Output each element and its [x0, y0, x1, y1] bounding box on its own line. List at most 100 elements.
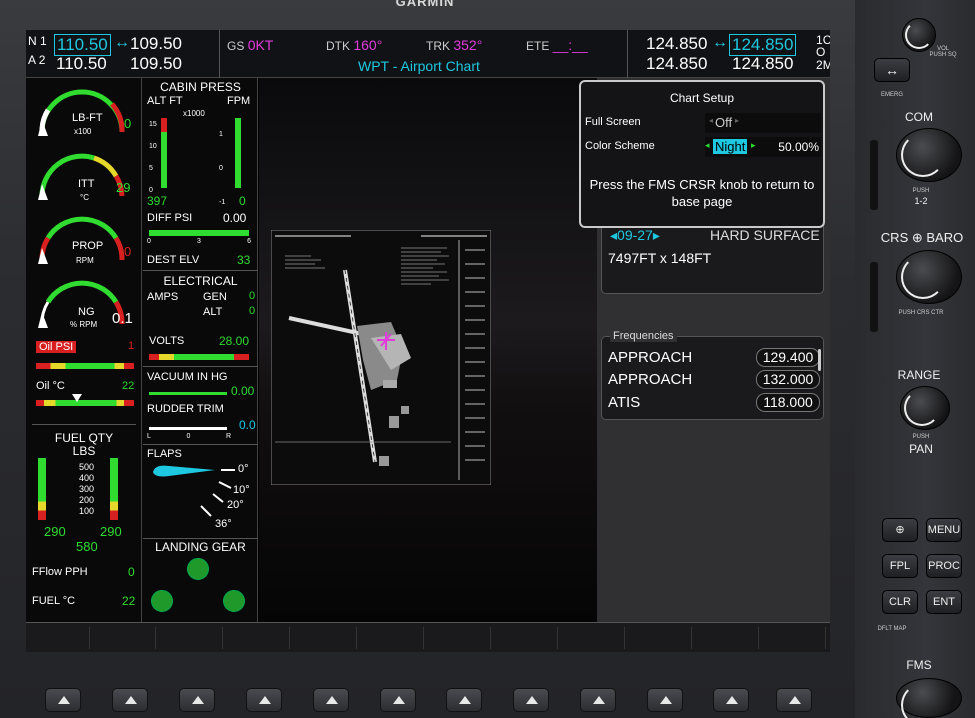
- frequency-row[interactable]: ATIS 118.000: [608, 392, 826, 414]
- com1-active-frequency[interactable]: 124.850: [646, 34, 707, 54]
- bezel-softkey-button-8[interactable]: [513, 688, 549, 712]
- torque-label: LB-FT: [72, 112, 103, 124]
- brand-logo: GARMIN: [395, 0, 455, 9]
- bezel-softkey-button-6[interactable]: [380, 688, 416, 712]
- fuel-temp-value: 22: [122, 594, 136, 608]
- softkey-5[interactable]: [293, 627, 357, 649]
- color-scheme-selector[interactable]: ◂ Night ▸ 50.00%: [705, 137, 821, 157]
- softkey-7[interactable]: [427, 627, 491, 649]
- com-knob[interactable]: [896, 128, 962, 182]
- color-scheme-value[interactable]: Night: [713, 139, 748, 154]
- frequency-value[interactable]: 132.000: [756, 370, 820, 389]
- gs-field: GS 0KT: [227, 37, 274, 53]
- full-screen-value: Off: [715, 115, 733, 130]
- swap-arrow-icon: ↔: [885, 62, 899, 78]
- softkey-9[interactable]: [561, 627, 625, 649]
- itt-unit: °C: [80, 193, 89, 202]
- bezel-softkey-button-10[interactable]: [647, 688, 683, 712]
- softkey-4[interactable]: [226, 627, 290, 649]
- direct-to-button[interactable]: ⊕: [882, 518, 918, 542]
- crs-baro-label: CRS ⊕ BARO: [880, 230, 964, 245]
- fms-knob[interactable]: [896, 678, 962, 718]
- mfd-screen: N 1 A 2 110.50 ↔ 109.50 110.50 109.50 GS…: [26, 30, 830, 652]
- dest-elv-label: DEST ELV: [147, 254, 200, 266]
- chevron-left-icon[interactable]: ◂: [705, 140, 710, 151]
- prop-value: 0: [124, 244, 132, 259]
- softkey-10[interactable]: [628, 627, 692, 649]
- bezel-softkey-button-7[interactable]: [446, 688, 482, 712]
- frequencies-scrollbar[interactable]: [818, 349, 821, 371]
- rudder-trim-label: RUDDER TRIM: [147, 403, 224, 415]
- menu-button[interactable]: MENU: [926, 518, 962, 542]
- vacuum-value: 0.00: [231, 384, 255, 398]
- up-arrow-icon: [789, 696, 801, 704]
- fuel-right-bar: [110, 458, 118, 520]
- chart-setup-popup: Chart Setup Full Screen ◂ Off ▸ Color Sc…: [579, 80, 825, 228]
- nav1-active-frequency[interactable]: 110.50: [54, 34, 111, 56]
- cabin-alt-bar: [161, 118, 167, 188]
- fuel-scale: 500 400 300 200 100: [78, 462, 94, 516]
- flap-mark-0: 0°: [238, 463, 249, 475]
- nav2-active-frequency[interactable]: 110.50: [56, 54, 107, 74]
- bezel-softkey-button-1[interactable]: [45, 688, 81, 712]
- softkey-3[interactable]: [159, 627, 223, 649]
- brightness-value[interactable]: 50.00%: [778, 140, 819, 154]
- frequency-row[interactable]: APPROACH 132.000: [608, 369, 826, 391]
- softkey-11[interactable]: [695, 627, 759, 649]
- knob-ring: [901, 683, 945, 718]
- bezel-softkey-button-2[interactable]: [112, 688, 148, 712]
- fpl-button[interactable]: FPL: [882, 554, 918, 578]
- diff-psi-value: 0.00: [223, 211, 247, 225]
- gen-label: GEN: [203, 291, 227, 303]
- ent-button[interactable]: ENT: [926, 590, 962, 614]
- com1-swap-icon[interactable]: ↔: [712, 34, 728, 52]
- runway-selector[interactable]: ◂09-27▸: [610, 227, 660, 244]
- bezel-softkey-button-11[interactable]: [713, 688, 749, 712]
- nav1-swap-icon[interactable]: ↔: [114, 34, 130, 52]
- softkey-1[interactable]: [26, 627, 90, 649]
- com2-standby-frequency[interactable]: 124.850: [732, 54, 793, 74]
- frequency-row[interactable]: APPROACH 129.400: [608, 347, 826, 369]
- nav2-standby-frequency[interactable]: 109.50: [130, 54, 182, 74]
- softkey-6[interactable]: [360, 627, 424, 649]
- proc-button[interactable]: PROC: [926, 554, 962, 578]
- frequency-value[interactable]: 118.000: [756, 393, 820, 412]
- bezel-softkey-button-12[interactable]: [776, 688, 812, 712]
- clr-button[interactable]: CLR: [882, 590, 918, 614]
- range-knob[interactable]: [900, 386, 950, 430]
- bezel-softkey-button-9[interactable]: [580, 688, 616, 712]
- com1-standby-frequency[interactable]: 124.850: [729, 34, 797, 56]
- ng-label: NG: [78, 306, 95, 318]
- bezel-softkey-button-4[interactable]: [246, 688, 282, 712]
- nav1-standby-frequency[interactable]: 109.50: [130, 34, 182, 54]
- bezel-softkey-button-3[interactable]: [179, 688, 215, 712]
- divider: [32, 424, 136, 425]
- bezel-softkey-button-5[interactable]: [313, 688, 349, 712]
- cabin-fpm-bar: [235, 118, 241, 188]
- frequency-value[interactable]: 129.400: [756, 348, 820, 367]
- prop-unit: RPM: [76, 256, 94, 265]
- cabin-press-title: CABIN PRESS: [160, 80, 241, 94]
- full-screen-selector[interactable]: ◂ Off ▸: [705, 113, 821, 133]
- nav-label-a: A 2: [28, 53, 46, 67]
- emergency-swap-button[interactable]: ↔: [874, 58, 910, 82]
- airport-diagram: [271, 230, 491, 485]
- volts-bar: [149, 354, 249, 360]
- airport-chart-area[interactable]: [259, 78, 597, 622]
- alt-amps-label: ALT: [203, 306, 223, 318]
- divider: [143, 366, 258, 367]
- softkey-2[interactable]: [92, 627, 156, 649]
- up-arrow-icon: [726, 696, 738, 704]
- pan-label: PAN: [909, 442, 933, 456]
- frequency-name: APPROACH: [608, 349, 693, 366]
- engine-indication-strip: LB-FT x100 0 ITT °C 29 PROP RPM 0 NG % R…: [26, 78, 258, 622]
- softkey-12[interactable]: [762, 627, 826, 649]
- nav-label-n: N 1: [28, 34, 47, 48]
- softkey-8[interactable]: [494, 627, 558, 649]
- itt-value: 29: [116, 180, 131, 195]
- chevron-right-icon[interactable]: ▸: [751, 140, 756, 151]
- crs-baro-knob[interactable]: [896, 250, 962, 304]
- amps-label: AMPS: [147, 291, 179, 303]
- flap-mark-36: 36°: [215, 518, 232, 530]
- com2-active-frequency[interactable]: 124.850: [646, 54, 707, 74]
